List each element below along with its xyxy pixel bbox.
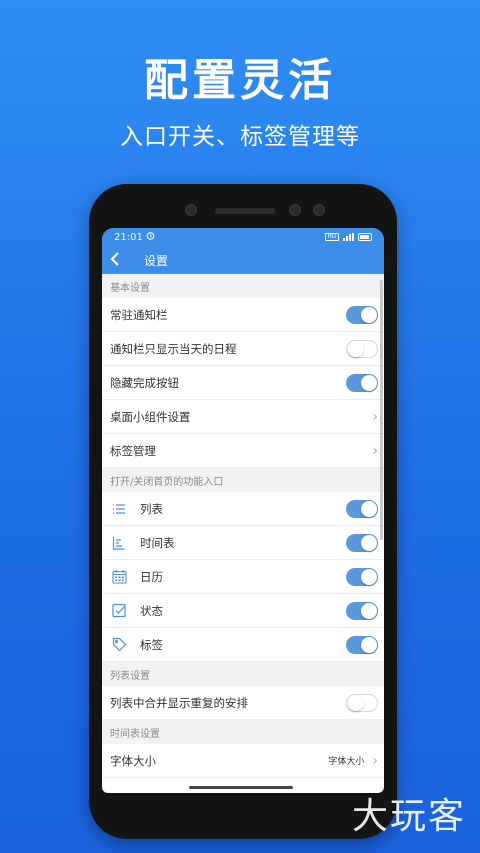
section-header-timetable: 时间表设置 — [102, 720, 384, 744]
home-indicator — [189, 786, 293, 789]
front-camera-icon — [185, 204, 197, 216]
setting-row-hide-done-button[interactable]: 隐藏完成按钮 — [102, 366, 384, 400]
phone-top-bezel — [89, 184, 397, 228]
setting-label: 标签管理 — [110, 443, 156, 458]
sensor-icon — [313, 204, 325, 216]
entry-row-list[interactable]: 列表 — [102, 492, 384, 526]
entry-label: 标签 — [140, 637, 163, 652]
toggle-switch[interactable] — [346, 533, 378, 552]
setting-label: 通知栏只显示当天的日程 — [110, 341, 237, 356]
toggle-switch[interactable] — [346, 601, 378, 620]
setting-row-persistent-notification[interactable]: 常驻通知栏 — [102, 298, 384, 332]
toggle-switch[interactable] — [346, 567, 378, 586]
alarm-icon — [146, 231, 155, 243]
battery-icon — [358, 233, 372, 241]
toggle-switch[interactable] — [346, 693, 378, 712]
scrollbar[interactable] — [380, 280, 383, 540]
chevron-right-icon: › — [372, 442, 378, 459]
section-header-basic: 基本设置 — [102, 274, 384, 298]
setting-row-tag-management[interactable]: 标签管理 › — [102, 434, 384, 468]
setting-row-merge-repeats[interactable]: 列表中合并显示重复的安排 — [102, 686, 384, 720]
toggle-switch[interactable] — [346, 305, 378, 324]
phone-screen: 21:01 HD 设置 基本设置 常驻通知栏 通知栏只显示当天的日程 隐藏完成按… — [102, 228, 384, 793]
toggle-switch[interactable] — [346, 339, 378, 358]
sensor-icon — [289, 204, 301, 216]
entry-row-tag[interactable]: 标签 — [102, 628, 384, 662]
setting-label: 隐藏完成按钮 — [110, 375, 179, 390]
setting-label: 字体大小 — [110, 753, 156, 768]
setting-value: 字体大小 — [328, 757, 365, 767]
toggle-switch[interactable] — [346, 635, 378, 654]
status-bar: 21:01 HD — [102, 228, 384, 246]
headline: 配置灵活 — [144, 55, 336, 106]
entry-row-status[interactable]: 状态 — [102, 594, 384, 628]
entry-label: 列表 — [140, 501, 163, 516]
entry-row-timetable[interactable]: 时间表 — [102, 526, 384, 560]
setting-row-widget-settings[interactable]: 桌面小组件设置 › — [102, 400, 384, 434]
page-title: 设置 — [144, 253, 169, 268]
earpiece-speaker — [215, 208, 275, 214]
status-check-icon — [110, 602, 128, 620]
setting-row-font-size[interactable]: 字体大小 字体大小 › — [102, 744, 384, 778]
status-time: 21:01 — [114, 231, 143, 243]
section-header-list: 列表设置 — [102, 662, 384, 686]
section-header-entries: 打开/关闭首页的功能入口 — [102, 468, 384, 492]
timetable-icon — [110, 534, 128, 552]
back-button[interactable] — [110, 250, 132, 271]
toggle-switch[interactable] — [346, 373, 378, 392]
entry-row-calendar[interactable]: 日历 — [102, 560, 384, 594]
app-bar: 21:01 HD 设置 — [102, 228, 384, 274]
chevron-right-icon: › — [372, 408, 378, 425]
list-icon — [110, 500, 128, 518]
signal-icon — [343, 233, 354, 241]
watermark-text: 大玩客 — [351, 796, 466, 837]
phone-frame: 21:01 HD 设置 基本设置 常驻通知栏 通知栏只显示当天的日程 隐藏完成按… — [89, 184, 397, 839]
setting-label: 桌面小组件设置 — [110, 409, 191, 424]
setting-row-notification-today-only[interactable]: 通知栏只显示当天的日程 — [102, 332, 384, 366]
subline: 入口开关、标签管理等 — [120, 124, 360, 150]
entry-label: 日历 — [140, 569, 163, 584]
chevron-right-icon: › — [372, 752, 378, 769]
entry-label: 状态 — [140, 603, 163, 618]
settings-list[interactable]: 基本设置 常驻通知栏 通知栏只显示当天的日程 隐藏完成按钮 桌面小组件设置 › … — [102, 274, 384, 793]
entry-label: 时间表 — [140, 535, 175, 550]
calendar-icon — [110, 568, 128, 586]
setting-label: 列表中合并显示重复的安排 — [110, 695, 248, 710]
tag-icon — [110, 636, 128, 654]
setting-label: 常驻通知栏 — [110, 307, 168, 322]
toggle-switch[interactable] — [346, 499, 378, 518]
hd-badge-icon: HD — [325, 233, 339, 241]
